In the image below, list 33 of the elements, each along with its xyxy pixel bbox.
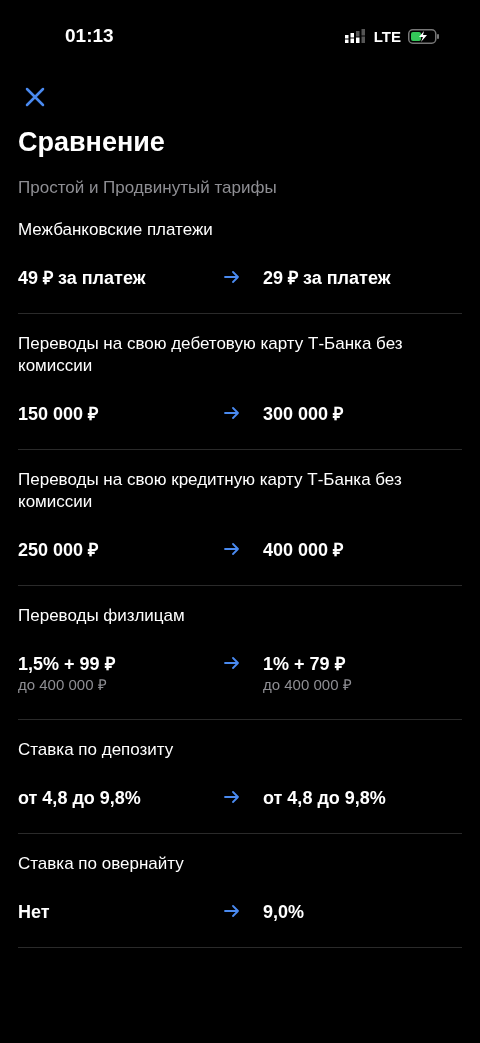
status-time: 01:13 xyxy=(65,25,114,47)
row-title: Переводы на свою кредитную карту Т-Банка без комиссии xyxy=(18,469,403,513)
row-title: Ставка по овернайту xyxy=(18,853,185,875)
arrow-right-icon xyxy=(224,657,240,669)
page-title: Сравнение xyxy=(18,126,166,159)
new-value: 29 ₽ за платеж xyxy=(263,267,392,289)
arrow-right-icon xyxy=(224,791,240,803)
new-value-note: до 400 000 ₽ xyxy=(263,675,353,695)
network-label: LTE xyxy=(373,27,401,45)
new-value: 1% + 79 ₽ xyxy=(263,653,346,675)
old-value: 250 000 ₽ xyxy=(18,539,100,561)
page-subtitle: Простой и Продвинутый тарифы xyxy=(18,177,278,199)
new-value: 400 000 ₽ xyxy=(263,539,345,561)
old-value: 150 000 ₽ xyxy=(18,403,100,425)
arrow-right-icon xyxy=(224,271,240,283)
arrow-right-icon xyxy=(224,407,240,419)
signal-icon xyxy=(344,29,367,43)
row-title: Ставка по депозиту xyxy=(18,739,175,761)
row-title: Переводы на свою дебетовую карту Т-Банка без комиссии xyxy=(18,333,404,377)
old-value: 1,5% + 99 ₽ xyxy=(18,653,116,675)
old-value-note: до 400 000 ₽ xyxy=(18,675,108,695)
old-value: Нет xyxy=(18,901,51,923)
new-value: от 4,8 до 9,8% xyxy=(263,787,387,809)
row-title: Межбанковские платежи xyxy=(18,219,214,241)
row-title: Переводы физлицам xyxy=(18,605,186,627)
old-value: от 4,8 до 9,8% xyxy=(18,787,142,809)
arrow-right-icon xyxy=(224,543,240,555)
arrow-right-icon xyxy=(224,905,240,917)
new-value: 300 000 ₽ xyxy=(263,403,345,425)
old-value: 49 ₽ за платеж xyxy=(18,267,147,289)
battery-charging-icon xyxy=(408,28,440,44)
new-value: 9,0% xyxy=(263,901,306,923)
close-button[interactable] xyxy=(25,87,45,107)
